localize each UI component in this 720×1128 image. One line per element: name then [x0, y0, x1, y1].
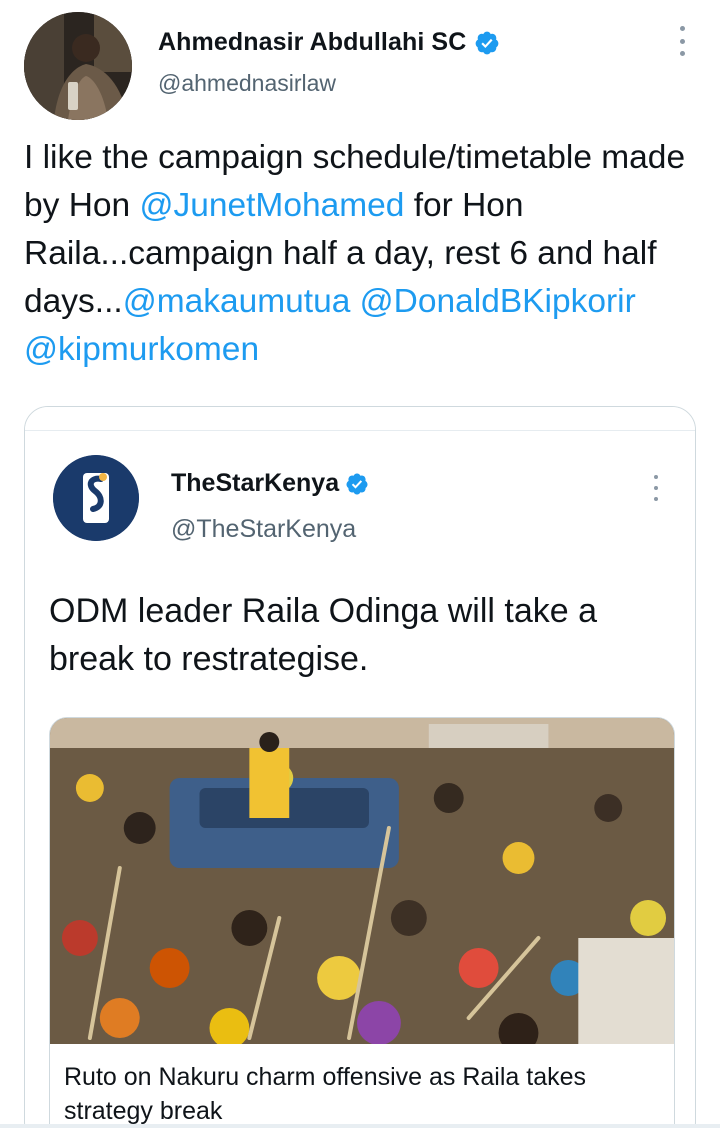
- rally-crowd-photo: [50, 718, 674, 1044]
- author-avatar[interactable]: [24, 12, 132, 120]
- quote-card-top-border: [25, 407, 695, 431]
- verified-badge-icon: [475, 31, 499, 54]
- link-preview-card[interactable]: Ruto on Nakuru charm offensive as Raila …: [49, 717, 675, 1128]
- quoted-tweet-text: ODM leader Raila Odinga will take a brea…: [49, 592, 598, 678]
- bottom-divider: [0, 1124, 720, 1128]
- mention-link[interactable]: @DonaldBKipkorir: [360, 283, 636, 320]
- tweet-text: I like the campaign schedule/timetable m…: [24, 134, 704, 374]
- quoted-tweet-card[interactable]: TheStarKenya @TheStarKenya ODM leader Ra…: [24, 406, 696, 1128]
- tweet-header: Ahmednasir Abdullahi SC @ahmednasirlaw: [0, 0, 720, 130]
- mention-link[interactable]: @makaumutua: [123, 283, 351, 320]
- quoted-display-name[interactable]: TheStarKenya: [171, 469, 339, 498]
- quoted-handle[interactable]: @TheStarKenya: [171, 515, 356, 544]
- verified-badge-icon: [346, 473, 368, 494]
- mention-link[interactable]: @JunetMohamed: [139, 187, 404, 224]
- link-preview-title[interactable]: Ruto on Nakuru charm offensive as Raila …: [64, 1060, 664, 1128]
- quoted-author-avatar[interactable]: [53, 455, 139, 541]
- mention-link[interactable]: @kipmurkomen: [24, 331, 259, 368]
- more-options-icon[interactable]: [651, 475, 661, 501]
- author-handle[interactable]: @ahmednasirlaw: [158, 70, 336, 97]
- author-display-name[interactable]: Ahmednasir Abdullahi SC: [158, 28, 466, 57]
- more-options-icon[interactable]: [676, 26, 688, 56]
- tweet-text-part: [350, 283, 359, 320]
